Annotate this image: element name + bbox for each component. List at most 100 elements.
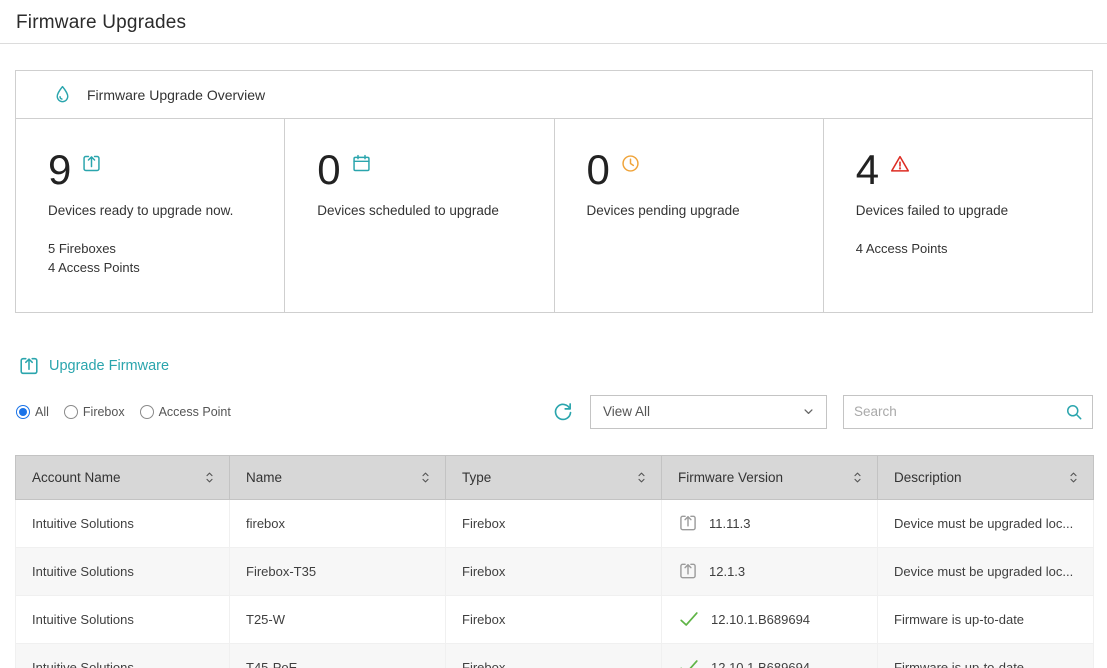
drop-icon [52,84,73,105]
radio-access-point[interactable]: Access Point [140,405,231,419]
upload-icon [81,153,102,174]
cell-device-name: firebox [230,499,446,547]
radio-all[interactable]: All [16,405,49,419]
stat-label: Devices scheduled to upgrade [317,203,537,218]
table-row[interactable]: Intuitive Solutions T25-W Firebox 12.10.… [16,595,1094,643]
radio-circle [64,405,78,419]
sort-icon[interactable] [850,469,865,486]
table-row[interactable]: Intuitive Solutions T45-PoE Firebox 12.1… [16,643,1094,668]
stat-value: 9 [48,149,71,191]
cell-description: Firmware is up-to-date [878,643,1094,668]
cell-account-name: Intuitive Solutions [16,643,230,668]
check-icon [678,656,700,668]
stat-label: Devices pending upgrade [587,203,807,218]
column-label: Name [246,470,282,485]
cell-type: Firebox [446,547,662,595]
radio-circle [140,405,154,419]
sort-icon[interactable] [634,469,649,486]
stat-ready-to-upgrade: 9 Devices ready to upgrade now. 5 Firebo… [16,119,285,312]
page-header: Firmware Upgrades [0,0,1107,44]
cell-device-name: T45-PoE [230,643,446,668]
radio-circle [16,405,30,419]
search-icon[interactable] [1064,402,1084,422]
stat-sub-access-points: 4 Access Points [48,259,268,278]
firmware-version-text: 11.11.3 [709,516,750,531]
column-label: Firmware Version [678,470,783,485]
radio-label: Access Point [159,405,231,419]
firmware-version-text: 12.10.1.B689694 [711,612,810,627]
column-header-type[interactable]: Type [446,455,662,499]
stat-pending: 0 Devices pending upgrade [555,119,824,312]
cell-account-name: Intuitive Solutions [16,595,230,643]
firmware-device-table: Account Name Name Type Firmware Version … [15,455,1094,668]
firmware-version-text: 12.10.1.B689694 [711,660,810,668]
cell-description: Firmware is up-to-date [878,595,1094,643]
radio-label: Firebox [83,405,125,419]
cell-device-name: Firebox-T35 [230,547,446,595]
overview-stats: 9 Devices ready to upgrade now. 5 Firebo… [16,119,1092,312]
upload-icon [678,513,698,533]
cell-firmware-version: 11.11.3 [662,499,878,547]
stat-label: Devices failed to upgrade [856,203,1076,218]
table-row[interactable]: Intuitive Solutions firebox Firebox 11.1… [16,499,1094,547]
check-icon [678,608,700,630]
overview-card-header: Firmware Upgrade Overview [16,71,1092,119]
refresh-icon [552,401,574,423]
sort-icon[interactable] [418,469,433,486]
stat-breakdown: 4 Access Points [856,240,1076,259]
search-input[interactable] [854,404,1064,419]
controls-row: All Firebox Access Point View All [16,395,1093,429]
clock-icon [620,153,641,174]
overview-card-title: Firmware Upgrade Overview [87,87,265,103]
stat-value: 4 [856,149,879,191]
stat-breakdown: 5 Fireboxes 4 Access Points [48,240,268,278]
column-header-account-name[interactable]: Account Name [16,455,230,499]
calendar-icon [351,153,372,174]
cell-type: Firebox [446,643,662,668]
page-title: Firmware Upgrades [16,12,1091,34]
column-label: Description [894,470,962,485]
dropdown-selected-value: View All [603,404,650,419]
column-header-description[interactable]: Description [878,455,1094,499]
sort-icon[interactable] [202,469,217,486]
radio-firebox[interactable]: Firebox [64,405,125,419]
cell-firmware-version: 12.1.3 [662,547,878,595]
firmware-overview-card: Firmware Upgrade Overview 9 Devices read… [15,70,1093,313]
refresh-button[interactable] [552,401,574,423]
upload-icon [678,561,698,581]
device-type-radio-group: All Firebox Access Point [16,405,231,419]
stat-value: 0 [587,149,610,191]
cell-account-name: Intuitive Solutions [16,499,230,547]
chevron-down-icon [801,404,816,419]
stat-scheduled: 0 Devices scheduled to upgrade [285,119,554,312]
radio-label: All [35,405,49,419]
cell-firmware-version: 12.10.1.B689694 [662,595,878,643]
firmware-version-text: 12.1.3 [709,564,745,579]
stat-value: 0 [317,149,340,191]
column-label: Type [462,470,491,485]
stat-label: Devices ready to upgrade now. [48,203,268,218]
stat-sub-fireboxes: 5 Fireboxes [48,240,268,259]
cell-account-name: Intuitive Solutions [16,547,230,595]
search-box [843,395,1093,429]
cell-firmware-version: 12.10.1.B689694 [662,643,878,668]
stat-sub-access-points: 4 Access Points [856,240,1076,259]
cell-description: Device must be upgraded loc... [878,499,1094,547]
upgrade-firmware-label: Upgrade Firmware [49,358,169,374]
column-header-firmware-version[interactable]: Firmware Version [662,455,878,499]
cell-type: Firebox [446,595,662,643]
table-row[interactable]: Intuitive Solutions Firebox-T35 Firebox … [16,547,1094,595]
column-label: Account Name [32,470,121,485]
table-controls: View All [552,395,1093,429]
view-filter-dropdown[interactable]: View All [590,395,827,429]
upload-icon [18,355,40,377]
column-header-name[interactable]: Name [230,455,446,499]
warning-triangle-icon [889,153,911,175]
cell-description: Device must be upgraded loc... [878,547,1094,595]
stat-failed: 4 Devices failed to upgrade 4 Access Poi… [824,119,1092,312]
cell-type: Firebox [446,499,662,547]
table-header-row: Account Name Name Type Firmware Version … [16,455,1094,499]
cell-device-name: T25-W [230,595,446,643]
upgrade-firmware-button[interactable]: Upgrade Firmware [18,355,1091,377]
sort-icon[interactable] [1066,469,1081,486]
